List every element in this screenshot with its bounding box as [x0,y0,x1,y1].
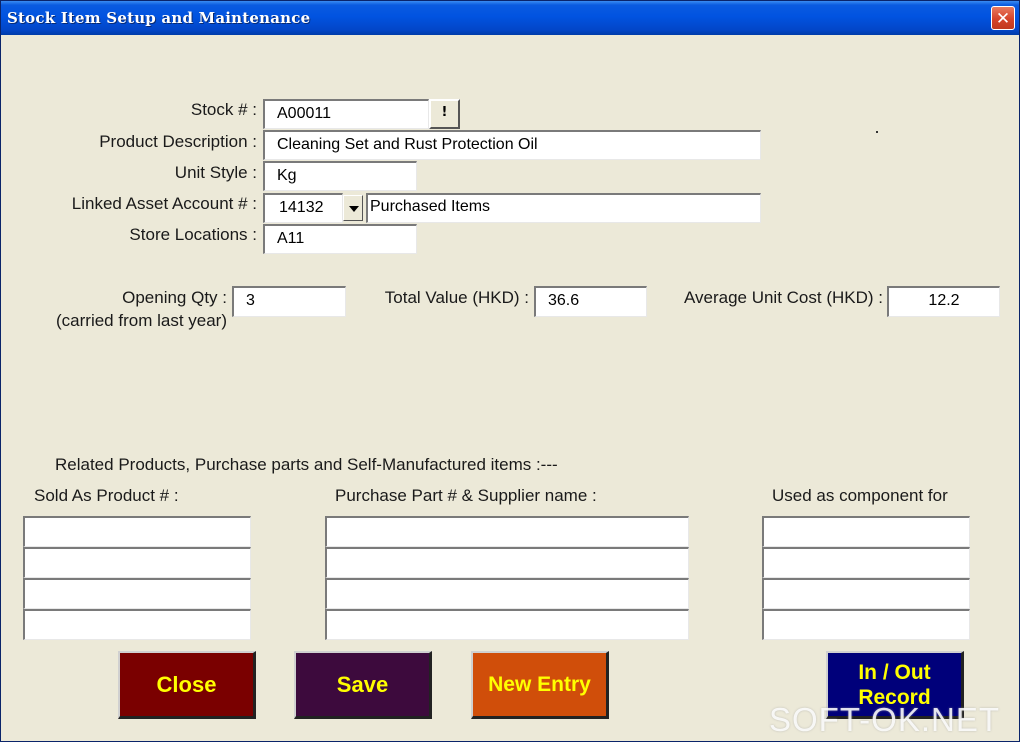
purchase-part-field-1[interactable] [325,516,689,547]
opening-qty-field[interactable]: 3 [232,286,346,317]
watermark: SOFT-OK.NET [769,701,1001,738]
in-out-button-line1: In / Out [858,661,931,684]
purchase-part-label: Purchase Part # & Supplier name : [335,486,597,505]
purchase-part-field-3[interactable] [325,578,689,609]
sold-as-product-field-1[interactable] [23,516,251,547]
store-locations-field[interactable]: A11 [263,224,417,254]
component-field-1[interactable] [762,516,970,547]
save-button-label: Save [336,672,389,697]
title-bar: Stock Item Setup and Maintenance ✕ [1,1,1019,35]
linked-asset-account-label: Linked Asset Account # : [71,194,257,213]
average-unit-cost-field[interactable]: 12.2 [887,286,1000,317]
sold-as-product-field-4[interactable] [23,609,251,640]
opening-qty-label: Opening Qty : [122,288,227,307]
component-field-2[interactable] [762,547,970,578]
linked-asset-account-select[interactable]: 14132 [263,193,343,223]
window-title: Stock Item Setup and Maintenance [7,9,311,27]
close-button-label: Close [156,672,217,697]
new-entry-button[interactable]: New Entry [471,651,609,719]
sold-as-product-field-3[interactable] [23,578,251,609]
unit-style-label: Unit Style : [174,163,257,182]
account-dropdown-button[interactable] [343,195,363,221]
chevron-down-icon [349,206,359,212]
save-button[interactable]: Save [294,651,432,719]
stray-dot [876,131,878,133]
close-button[interactable]: Close [118,651,256,719]
total-value-label: Total Value (HKD) : [384,288,529,307]
account-name-field[interactable]: Purchased Items [366,193,761,223]
close-window-icon[interactable]: ✕ [991,6,1015,30]
used-as-component-label: Used as component for [772,486,948,505]
product-description-field[interactable]: Cleaning Set and Rust Protection Oil [263,130,761,160]
stock-lookup-button[interactable]: ! [429,99,460,129]
stock-no-field[interactable]: A00011 [263,99,429,129]
product-description-label: Product Description : [99,132,257,151]
stock-no-label: Stock # : [190,100,257,119]
total-value-field[interactable]: 36.6 [534,286,647,317]
purchase-part-field-2[interactable] [325,547,689,578]
store-locations-label: Store Locations : [129,225,257,244]
sold-as-product-field-2[interactable] [23,547,251,578]
opening-qty-sublabel: (carried from last year) [56,311,227,330]
average-unit-cost-label: Average Unit Cost (HKD) : [683,288,883,307]
related-heading: Related Products, Purchase parts and Sel… [55,455,558,474]
new-entry-button-label: New Entry [488,673,591,696]
purchase-part-field-4[interactable] [325,609,689,640]
sold-as-product-label: Sold As Product # : [34,486,179,505]
unit-style-field[interactable]: Kg [263,161,417,191]
stock-item-window: Stock Item Setup and Maintenance ✕ Stock… [0,0,1020,742]
component-field-4[interactable] [762,609,970,640]
component-field-3[interactable] [762,578,970,609]
